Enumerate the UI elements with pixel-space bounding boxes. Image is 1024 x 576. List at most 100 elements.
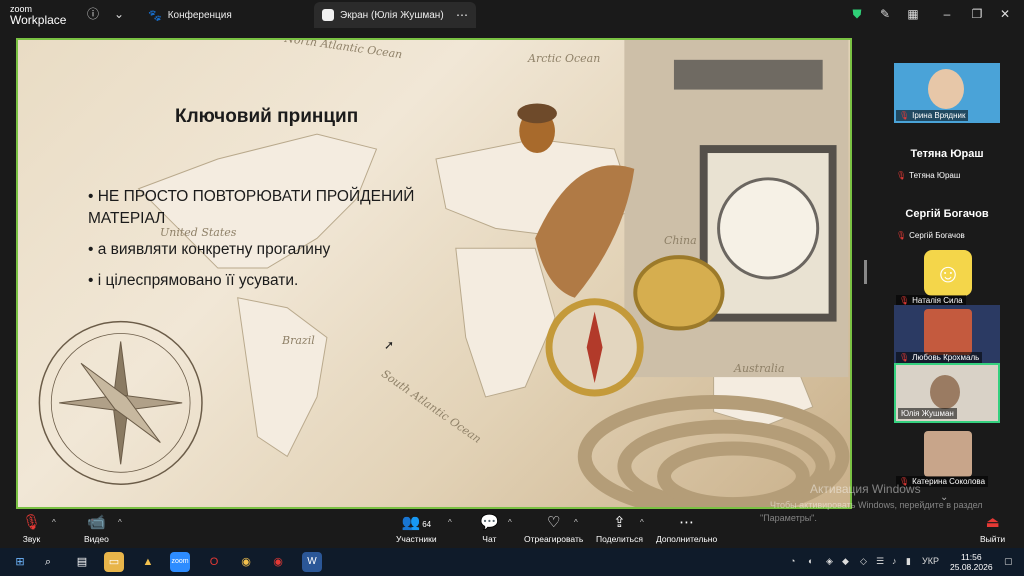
leave-button[interactable]: ⏏ Выйти [980, 514, 1005, 544]
mouse-cursor-icon: ➚ [384, 338, 395, 352]
bullet-2: • а виявляти конкретну прогалину [88, 241, 331, 258]
chat-button[interactable]: 💬 Чат [480, 514, 499, 544]
app-triangle-icon[interactable]: ▲ [138, 552, 158, 572]
video-off-icon: 📹 [87, 514, 106, 531]
tray-icon[interactable]: ◈ [826, 556, 833, 567]
battery-icon[interactable]: ▮ [906, 556, 911, 567]
mic-muted-icon: 🎙 [899, 353, 910, 362]
panel-resize-handle[interactable] [864, 260, 867, 284]
mic-muted-icon: 🎙 [896, 171, 907, 180]
sound-button[interactable]: 🎙 Звук [22, 514, 41, 544]
view-layout-icon[interactable]: ▦ [906, 7, 920, 21]
info-icon[interactable]: ⓘ [86, 7, 100, 21]
meeting-toolbar: 🎙 Звук ^ 📹 Видео ^ 👥 64 Участники ^ 💬 Чат… [0, 482, 1024, 548]
map-label-arctic: Arctic Ocean [528, 52, 601, 65]
participants-icon: 👥 64 [401, 514, 432, 531]
windows-start-icon[interactable]: ⊞ [10, 552, 30, 572]
participant-name-label: Юлія Жушман [898, 408, 957, 419]
share-screen-icon: ⇪ [613, 514, 626, 531]
share-options-caret[interactable]: ^ [640, 518, 644, 527]
chevron-down-icon[interactable]: ⌄ [112, 7, 126, 21]
tray-icon[interactable]: ◆ [842, 556, 849, 567]
tray-icon[interactable]: ◔ [790, 556, 795, 566]
annotate-icon[interactable]: ✎ [878, 7, 892, 21]
chrome-alt-icon[interactable]: ◉ [268, 552, 288, 572]
participants-button[interactable]: 👥 64 Участники [396, 514, 437, 544]
search-icon[interactable]: ⌕ [38, 552, 58, 572]
participant-photo [924, 309, 972, 355]
lantern-illustration [624, 40, 849, 378]
logo-line2: Workplace [10, 13, 67, 27]
participant-tile[interactable]: 🎙 Катерина Соколова [894, 429, 1000, 489]
slide-bullets: • НЕ ПРОСТО ПОВТОРЮВАТИ ПРОЙДЕНИЙ МАТЕРІ… [88, 186, 488, 301]
shared-screen: North Atlantic Ocean Arctic Ocean United… [16, 38, 852, 509]
participant-tile-active-speaker[interactable]: Юлія Жушман [894, 363, 1000, 423]
participant-video [928, 69, 964, 109]
participant-name-label: 🎙 Любовь Крохмаль [896, 352, 983, 363]
map-label-australia: Australia [734, 362, 785, 375]
shield-icon[interactable]: ⛊ [850, 7, 864, 21]
activation-watermark-text-2: "Параметры". [760, 513, 817, 523]
task-view-icon[interactable]: ▤ [72, 552, 92, 572]
mic-muted-icon: 🎙 [899, 111, 910, 120]
wifi-icon[interactable]: ☰ [876, 556, 884, 567]
tray-icon[interactable]: ◐ [808, 556, 813, 566]
tab-screen-share[interactable]: Экран (Юлія Жушман) ⋯ [314, 2, 476, 28]
slide-title: Ключовий принцип [175, 106, 359, 127]
south-america-shape [237, 297, 328, 458]
more-icon: ⋯ [679, 514, 695, 531]
more-options-icon[interactable]: ⋯ [456, 8, 468, 22]
bullet-3: • і цілеспрямовано її усувати. [88, 272, 299, 289]
windows-taskbar: ⊞ ⌕ ▤ ▭ ▲ zoom O ◉ ◉ W ◔ ◐ ◈ ◆ ◇ ☰ ♪ ▮ У… [0, 548, 1024, 576]
participant-big-name: Тетяна Юраш [910, 148, 984, 160]
opera-icon[interactable]: O [204, 552, 224, 572]
word-icon[interactable]: W [302, 552, 322, 572]
react-options-caret[interactable]: ^ [574, 518, 578, 527]
participant-big-name: Сергій Богачов [905, 208, 989, 220]
tab-screen-label: Экран (Юлія Жушман) [340, 9, 444, 21]
paw-icon: 🐾 [148, 9, 162, 22]
video-button[interactable]: 📹 Видео [84, 514, 109, 544]
video-options-caret[interactable]: ^ [118, 518, 122, 527]
tray-icon[interactable]: ◇ [860, 556, 867, 567]
map-label-china: China [664, 234, 697, 247]
share-screen-button[interactable]: ⇪ Поделиться [596, 514, 643, 544]
clock-time: 11:56 [960, 552, 982, 562]
zoom-titlebar: zoom Workplace ⓘ ⌄ 🐾 Конференция Экран (… [0, 0, 1024, 30]
mic-muted-icon: 🎙 [22, 514, 42, 531]
participant-tile[interactable]: ☺ 🎙 Наталія Сила [894, 248, 1000, 308]
screen-thumb-icon [322, 9, 334, 21]
bullet-1: • НЕ ПРОСТО ПОВТОРЮВАТИ ПРОЙДЕНИЙ МАТЕРІ… [88, 188, 415, 227]
participant-photo [924, 431, 972, 477]
notification-icon[interactable]: ▢ [1004, 556, 1013, 567]
close-icon[interactable]: ✕ [998, 7, 1012, 21]
activation-watermark-text: Чтобы активировать Windows, перейдите в … [770, 500, 983, 510]
leave-icon: ⏏ [985, 514, 1000, 531]
participant-tile[interactable]: 🎙 Любовь Крохмаль [894, 305, 1000, 365]
more-button[interactable]: ⋯ Дополнительно [656, 514, 717, 544]
chrome-icon[interactable]: ◉ [236, 552, 256, 572]
smiley-avatar-icon: ☺ [924, 250, 972, 296]
map-label-brazil: Brazil [282, 334, 315, 347]
restore-icon[interactable]: ❐ [970, 7, 984, 21]
file-explorer-icon[interactable]: ▭ [104, 552, 124, 572]
rope-illustration [577, 394, 850, 507]
zoom-app-icon[interactable]: zoom [170, 552, 190, 572]
participant-name-label: 🎙 Тетяна Юраш [896, 171, 961, 180]
participants-options-caret[interactable]: ^ [448, 518, 452, 527]
participant-tile[interactable]: 🎙 Ірина Врядник [894, 63, 1000, 123]
tab-conference-label: Конференция [167, 9, 232, 21]
activation-watermark-title: Активация Windows [810, 482, 921, 496]
mic-muted-icon: 🎙 [896, 231, 907, 240]
sound-options-caret[interactable]: ^ [52, 518, 56, 527]
minimize-icon[interactable]: – [940, 7, 954, 21]
tab-conference[interactable]: 🐾 Конференция [140, 2, 240, 28]
system-clock[interactable]: 11:56 25.08.2026 [950, 552, 993, 572]
chat-options-caret[interactable]: ^ [508, 518, 512, 527]
language-indicator[interactable]: УКР [922, 556, 939, 566]
zoom-logo: zoom Workplace [10, 4, 66, 26]
participants-panel[interactable]: 🎙 Ірина Врядник Тетяна Юраш 🎙 Тетяна Юраш … [880, 30, 1024, 510]
mic-muted-icon: 🎙 [899, 296, 910, 305]
volume-icon[interactable]: ♪ [892, 556, 897, 566]
chat-icon: 💬 [480, 514, 499, 531]
